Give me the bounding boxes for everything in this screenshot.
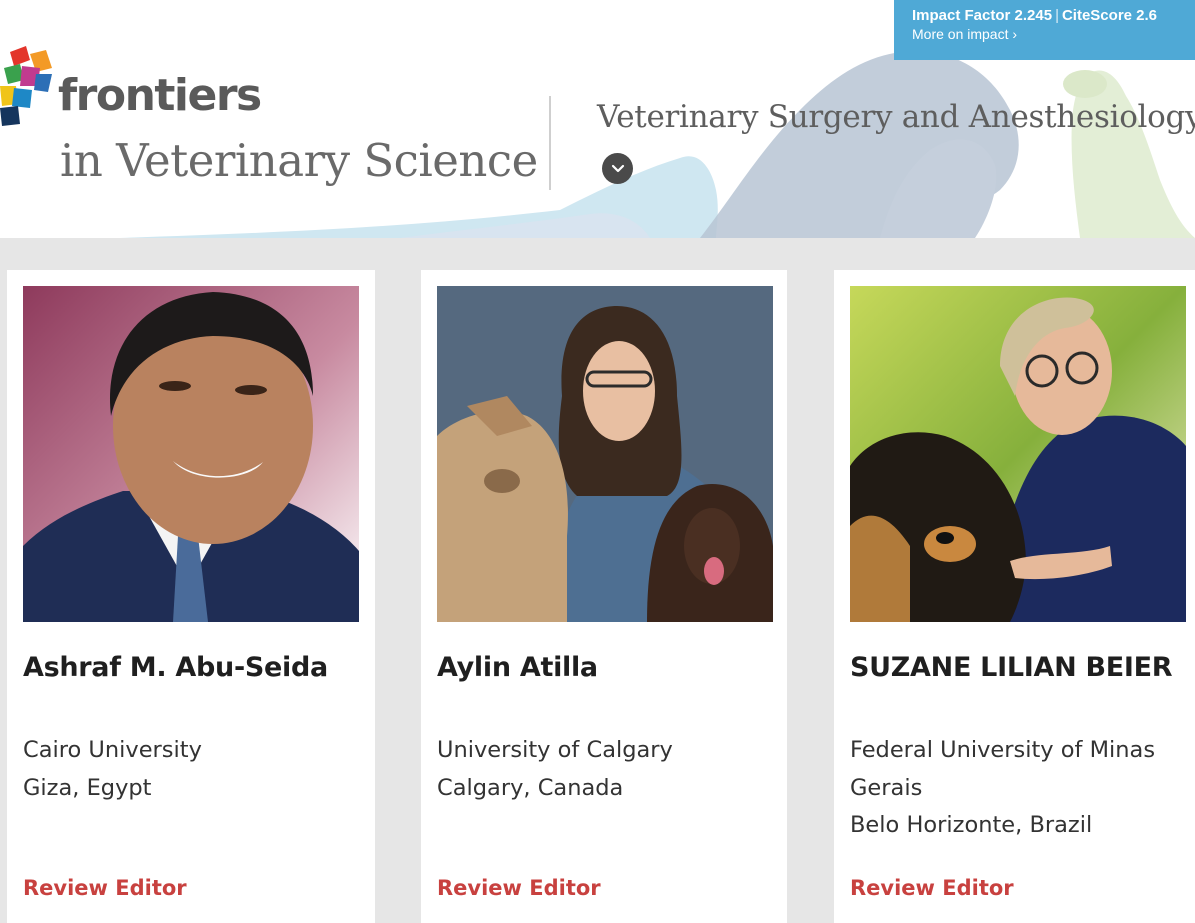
journal-header: frontiers in Veterinary Science Veterina… <box>0 0 1195 238</box>
citescore: CiteScore 2.6 <box>1061 7 1158 24</box>
editor-name[interactable]: Ashraf M. Abu-Seida <box>23 652 328 683</box>
editor-card[interactable]: Ashraf M. Abu-Seida Cairo University Giz… <box>7 270 375 923</box>
impact-factor: Impact Factor 2.245 <box>912 7 1053 24</box>
editor-role-link[interactable]: Review Editor <box>850 876 1014 900</box>
editor-name[interactable]: Aylin Atilla <box>437 652 598 683</box>
editor-affiliation: University of Calgary Calgary, Canada <box>437 732 777 807</box>
editor-role-link[interactable]: Review Editor <box>23 876 187 900</box>
affiliation-line: University of Calgary <box>437 737 673 763</box>
editor-affiliation: Federal University of Minas Gerais Belo … <box>850 732 1190 845</box>
frontiers-logo-icon[interactable] <box>0 46 54 130</box>
editor-portrait-image <box>23 286 359 622</box>
affiliation-line: Giza, Egypt <box>23 774 152 801</box>
more-on-impact-link[interactable]: More on impact › <box>912 25 1195 45</box>
journal-name[interactable]: in Veterinary Science <box>60 138 538 183</box>
editor-card[interactable]: SUZANE LILIAN BEIER Federal University o… <box>834 270 1195 923</box>
section-dropdown-button[interactable] <box>602 153 633 184</box>
affiliation-line: Federal University of Minas <box>850 737 1156 763</box>
editor-photo[interactable] <box>850 286 1186 622</box>
affiliation-line: Belo Horizonte, Brazil <box>850 812 1093 838</box>
brand-name[interactable]: frontiers <box>58 74 262 118</box>
editor-name[interactable]: SUZANE LILIAN BEIER <box>850 652 1173 683</box>
chevron-down-icon <box>611 164 624 172</box>
header-divider <box>549 96 551 190</box>
editor-portrait-image <box>437 286 773 622</box>
affiliation-line: Gerais <box>850 774 923 801</box>
affiliation-line: Calgary, Canada <box>437 774 624 801</box>
editor-photo[interactable] <box>437 286 773 622</box>
impact-banner[interactable]: Impact Factor 2.245 | CiteScore 2.6 More o… <box>894 0 1195 60</box>
affiliation-line: Cairo University <box>23 737 202 763</box>
editor-role-link[interactable]: Review Editor <box>437 876 601 900</box>
editor-portrait-image <box>850 286 1186 622</box>
impact-separator: | <box>1055 7 1059 24</box>
impact-metrics: Impact Factor 2.245 | CiteScore 2.6 <box>912 7 1195 25</box>
editor-card[interactable]: Aylin Atilla University of Calgary Calga… <box>421 270 787 923</box>
editor-photo[interactable] <box>23 286 359 622</box>
editor-affiliation: Cairo University Giza, Egypt <box>23 732 363 807</box>
section-title: Veterinary Surgery and Anesthesiology <box>597 99 1195 135</box>
